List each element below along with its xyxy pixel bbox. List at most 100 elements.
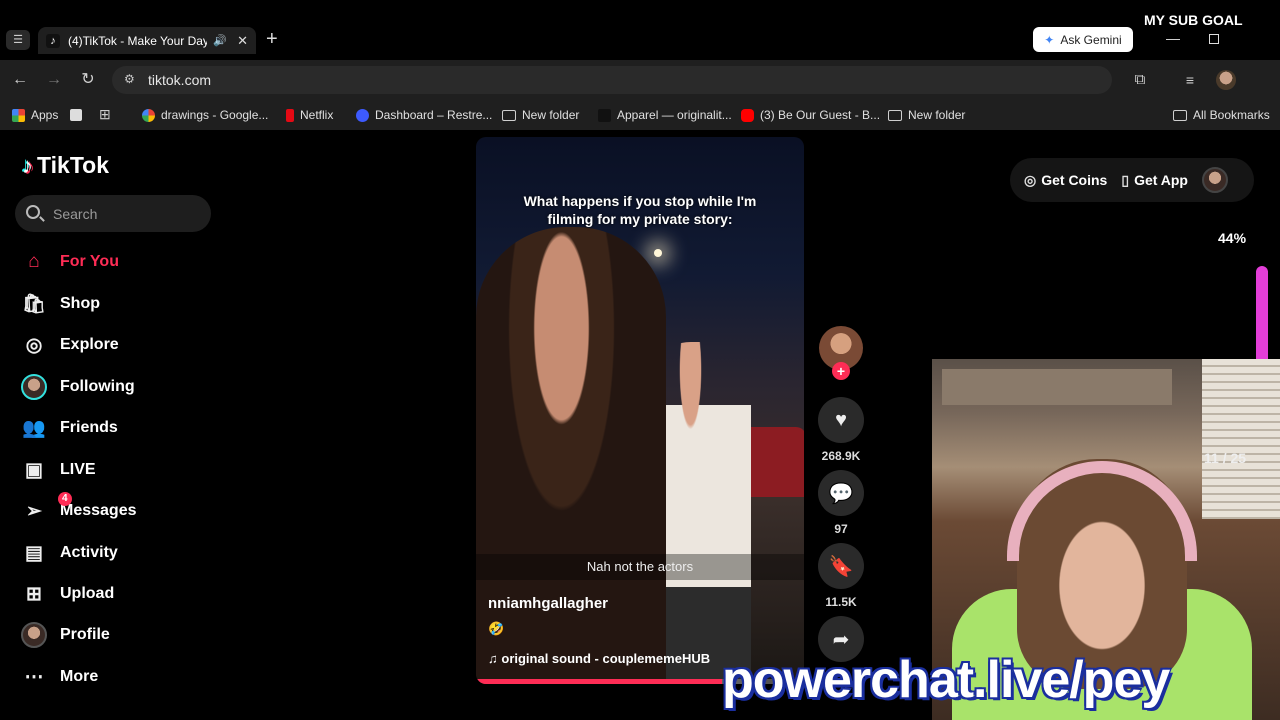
follow-plus-icon[interactable]: + — [832, 362, 850, 380]
bookmark-apps[interactable]: Apps — [12, 108, 58, 122]
bookmark-label: drawings - Google... — [161, 108, 269, 122]
back-icon[interactable]: ← — [10, 70, 30, 90]
folder-icon — [1173, 109, 1187, 121]
user-avatar[interactable] — [1201, 167, 1228, 193]
sidebar-item-shop[interactable]: 🛍 Shop — [20, 289, 100, 319]
home-icon: ⌂ — [28, 251, 40, 272]
restream-icon — [356, 108, 369, 122]
bookmark-dashboard[interactable]: Dashboard – Restre... — [356, 108, 492, 122]
phone-icon: ▯ — [1121, 171, 1130, 188]
sidebar-item-upload[interactable]: ⊞ Upload — [20, 579, 114, 609]
tab-search-icon[interactable]: ☰ — [6, 30, 30, 50]
like-count: 268.9K — [821, 449, 861, 463]
bookmark-apparel[interactable]: Apparel — originalit... — [598, 108, 732, 122]
bookmark-folder-1[interactable]: New folder — [502, 108, 579, 122]
emoji-icon: 🤣 — [488, 621, 505, 636]
top-right-actions: ◎ Get Coins ▯ Get App — [1010, 158, 1254, 202]
bookmark-netflix[interactable]: Netflix — [286, 108, 333, 122]
tiktok-note-icon: ♪ — [22, 152, 33, 178]
sidebar-item-explore[interactable]: ◎ Explore — [20, 330, 119, 360]
goal-percent: 44% — [1218, 230, 1247, 246]
sound-label: original sound - couplememeHUB — [501, 651, 711, 666]
minimize-button[interactable]: — — [1166, 30, 1180, 46]
bookmark-drawings[interactable]: drawings - Google... — [142, 108, 268, 122]
sidebar-item-friends[interactable]: 👥 Friends — [20, 413, 118, 443]
sidebar-item-live[interactable]: ▣ LIVE — [20, 455, 96, 485]
nav-label: Activity — [60, 544, 118, 561]
video-caption: What happens if you stop while I'm filmi… — [523, 193, 757, 227]
bookmark-icon[interactable]: 🔖 — [818, 543, 864, 589]
reload-icon[interactable]: ↻ — [78, 70, 98, 90]
heart-icon[interactable]: ♥ — [818, 397, 864, 443]
following-avatar-icon — [20, 373, 48, 401]
get-coins-button[interactable]: ◎ Get Coins — [1024, 172, 1107, 189]
bookmark-label: Apparel — originalit... — [617, 108, 732, 122]
shop-icon: 🛍 — [21, 294, 47, 315]
bookmark-folder-2[interactable]: New folder — [888, 108, 965, 122]
profile-avatar-browser[interactable] — [1216, 70, 1236, 90]
bookmark-youtube[interactable]: (3) Be Our Guest - B... — [741, 108, 880, 122]
sidebar-item-more[interactable]: ⋯ More — [20, 662, 99, 692]
site-info-icon[interactable]: ⚙ — [124, 72, 135, 86]
extensions-icon[interactable]: ⧉ — [1130, 70, 1150, 90]
ask-gemini-label: Ask Gemini — [1060, 32, 1122, 47]
headphones — [1007, 461, 1197, 561]
activity-icon: ▤ — [25, 542, 43, 564]
netflix-icon — [286, 108, 294, 122]
close-tab-icon[interactable]: ✕ — [237, 33, 248, 49]
live-icon: ▣ — [25, 459, 43, 481]
bookmark-all[interactable]: All Bookmarks — [1173, 108, 1270, 122]
save-action[interactable]: 🔖 11.5K — [818, 543, 864, 609]
nav-label: More — [60, 668, 99, 685]
bookmark-label: (3) Be Our Guest - B... — [760, 108, 881, 122]
video-player[interactable]: What happens if you stop while I'm filmi… — [476, 137, 804, 684]
media-controls-icon[interactable]: ≡ — [1180, 70, 1200, 90]
sidebar-item-messages[interactable]: ➢ 4 Messages — [20, 492, 137, 526]
sidebar-item-activity[interactable]: ▤ Activity — [20, 538, 118, 568]
video-username[interactable]: nniamhgallagher — [488, 595, 608, 612]
more-icon: ⋯ — [24, 666, 44, 688]
apps-grid-icon — [12, 108, 25, 122]
messages-icon: ➢ — [26, 500, 42, 522]
coin-icon: ◎ — [1024, 171, 1037, 188]
get-app-button[interactable]: ▯ Get App — [1121, 172, 1188, 189]
comment-icon[interactable]: 💬 — [818, 470, 864, 516]
youtube-icon — [741, 108, 754, 122]
bookmark-grid-icon[interactable]: ⊞ — [99, 106, 111, 123]
ask-gemini-button[interactable]: ✦ Ask Gemini — [1033, 27, 1133, 52]
address-text: tiktok.com — [148, 72, 212, 88]
sidebar-item-for-you[interactable]: ⌂ For You — [20, 247, 119, 277]
sub-counter: 11 / 25 — [1204, 450, 1247, 466]
tiktok-logo[interactable]: ♪ TikTok — [22, 152, 109, 179]
stream-watermark: powerchat.live/pey — [722, 651, 1170, 709]
address-bar[interactable]: ⚙ tiktok.com — [112, 66, 1112, 94]
friends-icon: 👥 — [22, 418, 46, 439]
browser-tab-tiktok[interactable]: ♪ (4)TikTok - Make Your Day 🔊 ✕ — [38, 27, 256, 54]
sidebar-item-following[interactable]: Following — [20, 372, 135, 402]
new-tab-button[interactable]: + — [266, 28, 278, 51]
restore-button[interactable] — [1209, 34, 1219, 44]
sub-goal-label: MY SUB GOAL — [1144, 12, 1243, 28]
bookmark-label: Apps — [31, 108, 59, 122]
speaker-icon[interactable]: 🔊 — [213, 34, 227, 47]
save-count: 11.5K — [825, 595, 857, 609]
nav-label: Profile — [60, 626, 110, 643]
get-app-label: Get App — [1134, 172, 1188, 188]
video-progress-fill — [476, 679, 722, 684]
video-person-girl — [476, 227, 666, 684]
sidebar-item-profile[interactable]: Profile — [20, 620, 110, 650]
bookmark-label: New folder — [908, 108, 966, 122]
forward-icon[interactable]: → — [44, 70, 64, 90]
like-action[interactable]: ♥ 268.9K — [818, 397, 864, 463]
search-input[interactable]: Search — [15, 195, 211, 232]
nav-label: LIVE — [60, 461, 96, 478]
folder-icon — [888, 109, 902, 121]
bookmark-blank-icon[interactable] — [70, 109, 82, 121]
bookmarks-bar: Apps ⊞ drawings - Google... Netflix Dash… — [0, 100, 1280, 130]
video-sound[interactable]: ♫ original sound - couplememeHUB — [488, 651, 710, 666]
apparel-icon — [598, 108, 611, 122]
comment-action[interactable]: 💬 97 — [818, 470, 864, 536]
webcam-room-shelf — [942, 369, 1172, 405]
bookmark-label: New folder — [522, 108, 580, 122]
nav-label: Messages — [60, 502, 137, 519]
